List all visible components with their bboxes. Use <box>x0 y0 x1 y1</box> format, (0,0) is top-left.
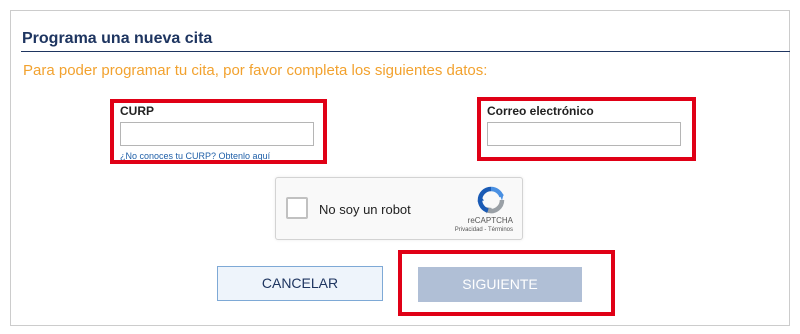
recaptcha-label: No soy un robot <box>319 202 411 217</box>
panel-header: Programa una nueva cita <box>21 20 790 52</box>
next-button[interactable]: SIGUIENTE <box>418 267 582 302</box>
page-title: Programa una nueva cita <box>22 30 213 47</box>
appointment-panel: Programa una nueva cita <box>10 10 790 326</box>
email-input[interactable] <box>487 122 681 146</box>
recaptcha-widget: No soy un robot reCAPTCHA Privacidad - T… <box>275 177 523 240</box>
cancel-button[interactable]: CANCELAR <box>217 266 383 301</box>
curp-input[interactable] <box>120 122 314 146</box>
recaptcha-checkbox[interactable] <box>286 197 308 219</box>
curp-label: CURP <box>120 104 155 118</box>
recaptcha-terms[interactable]: Privacidad - Términos <box>455 227 513 233</box>
curp-help-link[interactable]: ¿No conoces tu CURP? Obtenlo aquí <box>120 151 270 161</box>
email-label: Correo electrónico <box>487 104 594 118</box>
recaptcha-brand: reCAPTCHA <box>467 216 513 225</box>
form-instructions: Para poder programar tu cita, por favor … <box>23 62 488 79</box>
recaptcha-logo-icon <box>477 186 505 214</box>
